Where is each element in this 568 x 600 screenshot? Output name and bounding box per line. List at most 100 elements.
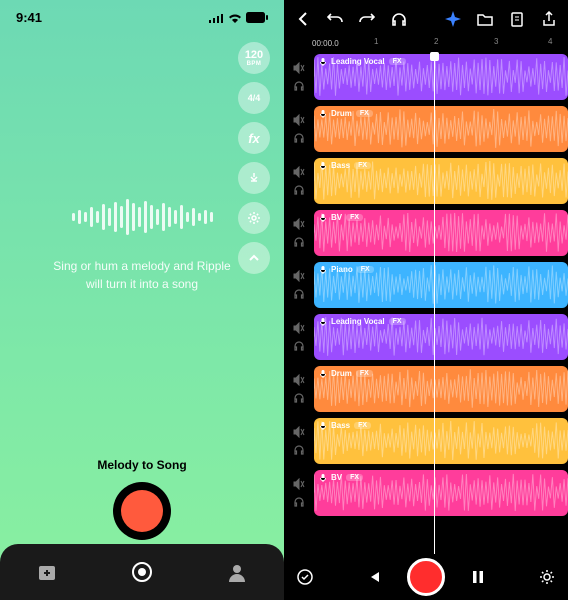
notes-icon: [510, 11, 524, 27]
back-button[interactable]: [294, 10, 312, 28]
redo-button[interactable]: [358, 10, 376, 28]
ai-button[interactable]: [444, 10, 462, 28]
track-label: Piano FX: [319, 265, 374, 274]
track-row: Drum FX: [288, 104, 568, 154]
nav-profile-button[interactable]: [223, 558, 251, 586]
status-bar: 9:41: [0, 0, 284, 31]
solo-headphone-icon[interactable]: [293, 132, 305, 144]
mute-icon[interactable]: [293, 270, 305, 282]
mic-icon: [319, 214, 327, 222]
playhead[interactable]: [434, 58, 435, 554]
track-row: Bass FX: [288, 156, 568, 206]
multitrack-editor-screen: 00:00.0 1 2 3 4 Leading Vocal FX: [284, 0, 568, 600]
solo-headphone-icon[interactable]: [293, 236, 305, 248]
nav-record-button[interactable]: [128, 558, 156, 586]
mic-icon: [319, 422, 327, 430]
mute-icon[interactable]: [293, 426, 305, 438]
bottom-nav: [0, 544, 284, 600]
gear-icon: [538, 568, 556, 586]
editor-top-bar: [284, 0, 568, 34]
nav-add-button[interactable]: [33, 558, 61, 586]
mute-icon[interactable]: [293, 166, 305, 178]
folder-button[interactable]: [476, 10, 494, 28]
solo-headphone-icon[interactable]: [293, 340, 305, 352]
chevron-up-icon: [248, 252, 260, 264]
solo-headphone-icon[interactable]: [293, 444, 305, 456]
solo-headphone-icon[interactable]: [293, 288, 305, 300]
mic-icon: [319, 474, 327, 482]
pause-icon: [472, 570, 484, 584]
mute-icon[interactable]: [293, 114, 305, 126]
track-clip[interactable]: Drum FX: [314, 366, 568, 412]
track-label: Bass FX: [319, 161, 371, 170]
track-row: Bass FX: [288, 416, 568, 466]
loop-icon: [296, 568, 314, 586]
track-clip[interactable]: Bass FX: [314, 418, 568, 464]
mute-icon[interactable]: [293, 218, 305, 230]
notes-button[interactable]: [508, 10, 526, 28]
export-icon: [542, 11, 556, 27]
track-controls: [288, 374, 310, 404]
track-controls: [288, 114, 310, 144]
tuning-icon: [247, 171, 261, 185]
mic-icon: [319, 370, 327, 378]
headphone-button[interactable]: [390, 10, 408, 28]
mic-icon: [319, 162, 327, 170]
fx-button[interactable]: fx: [238, 122, 270, 154]
headphone-icon: [391, 12, 407, 26]
track-controls: [288, 426, 310, 456]
solo-headphone-icon[interactable]: [293, 392, 305, 404]
track-clip[interactable]: BV FX: [314, 470, 568, 516]
settings-button[interactable]: [238, 202, 270, 234]
melody-input-screen: 9:41 120 BPM 4/4 fx Sing or hum a melody…: [0, 0, 284, 600]
bpm-button[interactable]: 120 BPM: [238, 42, 270, 74]
collapse-button[interactable]: [238, 242, 270, 274]
battery-icon: [246, 12, 268, 23]
mic-icon: [319, 110, 327, 118]
time-signature-button[interactable]: 4/4: [238, 82, 270, 114]
loop-button[interactable]: [296, 568, 314, 586]
timeline-ruler[interactable]: 00:00.0 1 2 3 4: [284, 34, 568, 52]
track-label: Leading Vocal FX: [319, 317, 406, 326]
mute-icon[interactable]: [293, 322, 305, 334]
track-label: BV FX: [319, 473, 363, 482]
transport-record-button[interactable]: [407, 558, 445, 596]
mic-icon: [319, 318, 327, 326]
track-row: BV FX: [288, 208, 568, 258]
gear-icon: [247, 211, 261, 225]
track-clip[interactable]: Leading Vocal FX: [314, 314, 568, 360]
track-clip[interactable]: Piano FX: [314, 262, 568, 308]
track-row: Piano FX: [288, 260, 568, 310]
track-clip[interactable]: Leading Vocal FX: [314, 54, 568, 100]
track-clip[interactable]: BV FX: [314, 210, 568, 256]
track-row: Leading Vocal FX: [288, 312, 568, 362]
add-file-icon: [36, 561, 58, 583]
undo-button[interactable]: [326, 10, 344, 28]
track-clip[interactable]: Bass FX: [314, 158, 568, 204]
track-row: Drum FX: [288, 364, 568, 414]
track-clip[interactable]: Drum FX: [314, 106, 568, 152]
solo-headphone-icon[interactable]: [293, 184, 305, 196]
track-label: Bass FX: [319, 421, 371, 430]
wifi-icon: [228, 13, 242, 23]
track-label: Drum FX: [319, 109, 373, 118]
track-controls: [288, 166, 310, 196]
transport-settings-button[interactable]: [538, 568, 556, 586]
pause-button[interactable]: [469, 568, 487, 586]
transport-bar: [284, 554, 568, 600]
track-controls: [288, 270, 310, 300]
record-button[interactable]: [113, 482, 171, 540]
track-row: Leading Vocal FX: [288, 52, 568, 102]
folder-icon: [477, 12, 493, 26]
solo-headphone-icon[interactable]: [293, 496, 305, 508]
tuning-button[interactable]: [238, 162, 270, 194]
mute-icon[interactable]: [293, 374, 305, 386]
mute-icon[interactable]: [293, 478, 305, 490]
status-time: 9:41: [16, 10, 42, 25]
export-button[interactable]: [540, 10, 558, 28]
solo-headphone-icon[interactable]: [293, 80, 305, 92]
mic-icon: [319, 266, 327, 274]
skip-back-button[interactable]: [365, 568, 383, 586]
track-controls: [288, 62, 310, 92]
mute-icon[interactable]: [293, 62, 305, 74]
